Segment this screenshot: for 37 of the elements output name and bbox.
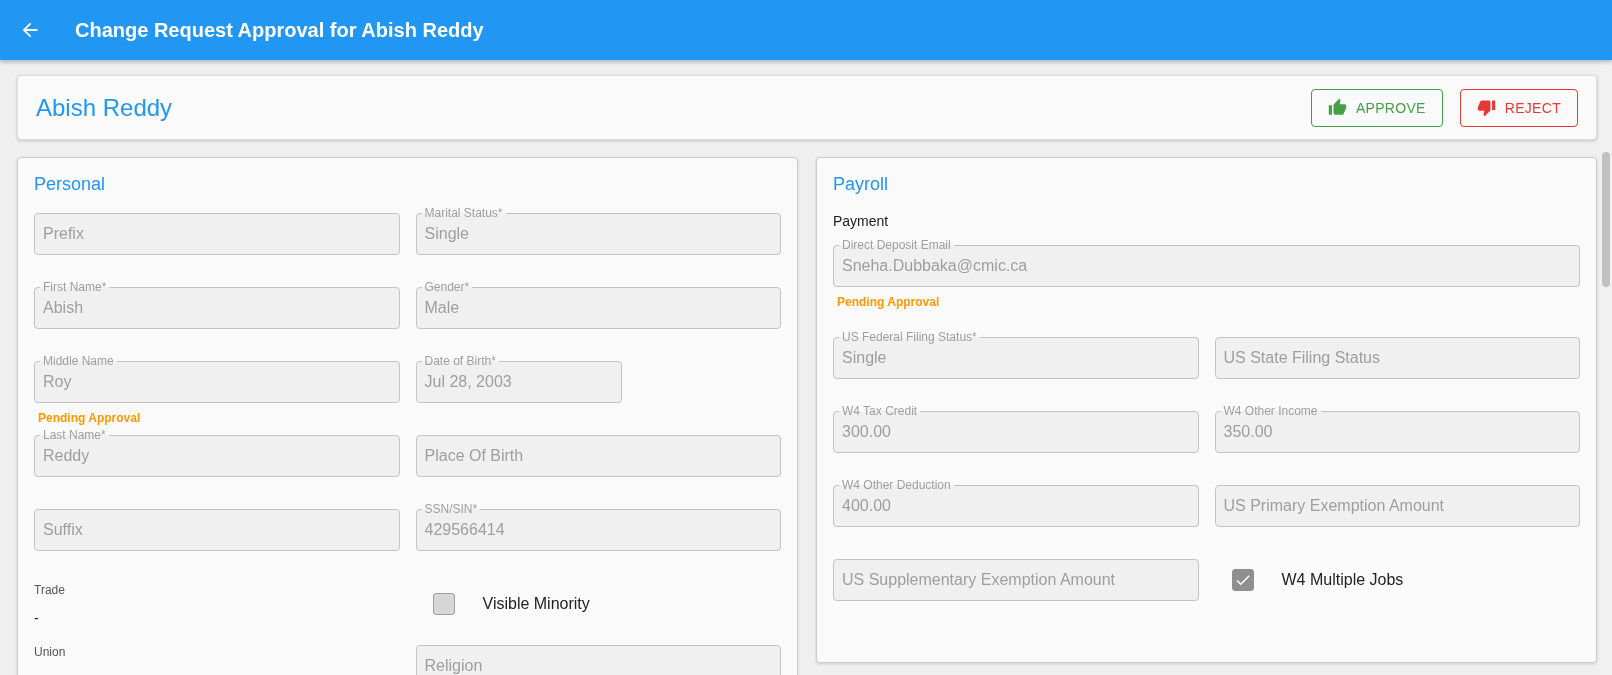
field-label: Trade [34, 583, 66, 597]
approve-button[interactable]: APPROVE [1310, 88, 1443, 127]
text-field[interactable]: W4 Other Income 350.00 [1214, 404, 1580, 453]
section-title: Personal [34, 174, 107, 196]
text-field[interactable]: Gender* Male [415, 280, 781, 329]
page-title: Change Request Approval for Abish Reddy [75, 18, 484, 42]
text-field[interactable]: Last Name* Reddy [34, 428, 400, 477]
section-title: Payroll [833, 174, 890, 196]
checkbox[interactable] [1231, 569, 1254, 591]
checkbox-label: Visible Minority [482, 595, 590, 613]
pending-approval-note: Pending Approval [837, 295, 941, 309]
text-field[interactable]: Marital Status* Single [415, 206, 781, 255]
field-label: Union [34, 645, 67, 659]
pending-approval-note: Pending Approval [38, 411, 142, 425]
text-field[interactable]: US Supplementary Exemption Amount [833, 559, 1199, 601]
thumbs-down-icon [1476, 98, 1496, 117]
text-field[interactable]: First Name* Abish [34, 280, 400, 329]
text-field[interactable]: US Primary Exemption Amount [1214, 485, 1580, 527]
reject-button[interactable]: REJECT [1459, 88, 1578, 127]
text-field[interactable]: Middle Name Roy [34, 354, 400, 403]
text-field[interactable]: Prefix [34, 213, 400, 255]
section-subheading: Payment [833, 213, 890, 229]
checkbox-label: W4 Multiple Jobs [1281, 571, 1404, 589]
text-field[interactable]: US State Filing Status [1214, 337, 1580, 379]
text-field[interactable]: Date of Birth* Jul 28, 2003 [415, 354, 622, 403]
text-field[interactable]: SSN/SIN* 429566414 [415, 502, 781, 551]
text-field[interactable]: Direct Deposit Email Sneha.Dubbaka@cmic.ca [833, 238, 1580, 287]
employee-name: Abish Reddy [36, 93, 173, 122]
text-field[interactable]: US Federal Filing Status* Single [833, 330, 1199, 379]
thumbs-up-icon [1327, 98, 1347, 117]
text-field[interactable]: W4 Tax Credit 300.00 [833, 404, 1199, 453]
text-field[interactable]: Suffix [34, 509, 400, 551]
text-field[interactable]: W4 Other Deduction 400.00 [833, 478, 1199, 527]
text-field[interactable]: Religion [415, 645, 781, 675]
text-field[interactable]: Place Of Birth [415, 435, 781, 477]
checkbox[interactable] [432, 593, 455, 615]
field-value: - [34, 610, 40, 626]
